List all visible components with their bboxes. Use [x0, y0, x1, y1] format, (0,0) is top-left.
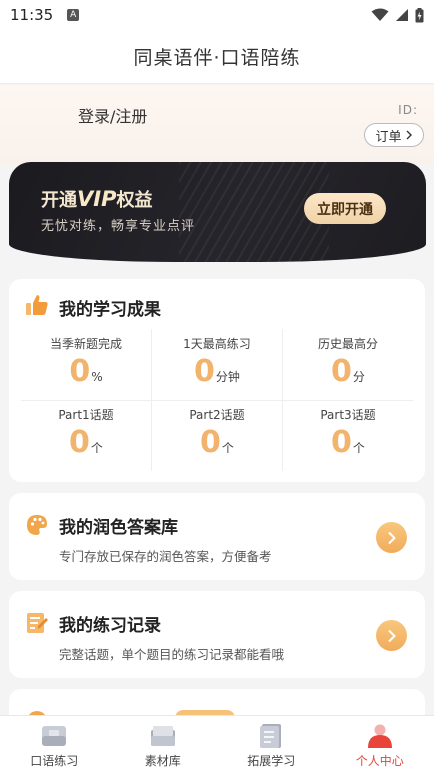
tab-profile-center[interactable]: 个人中心: [326, 716, 434, 773]
vip-title-suffix: 权益: [116, 190, 153, 211]
order-button[interactable]: 订单: [364, 123, 424, 147]
stat-part1-topics: Part1话题 0个: [21, 400, 151, 471]
polish-library-desc: 专门存放已保存的润色答案，方便备考: [59, 549, 272, 564]
stat-unit: 分钟: [215, 370, 240, 384]
chevron-right-icon: [406, 130, 412, 140]
speech-practice-icon: [42, 726, 67, 746]
thumbs-up-icon: [26, 295, 48, 315]
stat-label: Part3话题: [320, 408, 376, 422]
stat-label: Part1话题: [58, 408, 114, 422]
vip-subtitle: 无忧对练，畅享专业点评: [41, 219, 196, 234]
vip-title-mark: VIP: [77, 187, 117, 211]
stat-value: 0: [200, 425, 221, 460]
stat-unit: 分: [352, 370, 365, 384]
tab-label: 素材库: [144, 754, 181, 768]
user-id-label: ID:: [398, 103, 418, 117]
practice-record-card[interactable]: 我的练习记录 完整话题，单个题目的练习记录都能看哦: [9, 591, 425, 678]
app-header: 同桌语伴·口语陪练: [0, 30, 434, 84]
stat-highest-score: 历史最高分 0分: [283, 329, 413, 400]
stat-unit: 个: [221, 441, 234, 455]
material-library-icon: [150, 726, 175, 746]
tab-extended-learning[interactable]: 拓展学习: [217, 716, 326, 773]
wifi-icon: [371, 8, 389, 21]
polish-library-title: 我的润色答案库: [59, 518, 178, 538]
practice-record-arrow-button[interactable]: [376, 620, 407, 651]
status-bar: 11:35 A: [0, 0, 434, 30]
order-button-label: 订单: [375, 129, 402, 145]
battery-icon: [415, 7, 424, 22]
vip-title: 开通VIP权益: [41, 186, 152, 212]
tab-label: 拓展学习: [247, 754, 296, 768]
vip-banner[interactable]: 开通VIP权益 无忧对练，畅享专业点评 立即开通: [9, 162, 426, 262]
vip-title-prefix: 开通: [41, 190, 77, 211]
chevron-right-icon: [387, 531, 396, 544]
stat-unit: 个: [352, 441, 365, 455]
stat-value: 0: [331, 354, 352, 389]
stat-season-new-done: 当季新题完成 0%: [21, 329, 151, 400]
practice-record-desc: 完整话题，单个题目的练习记录都能看哦: [59, 647, 285, 662]
achievements-card: 我的学习成果 当季新题完成 0% 1天最高练习 0 分钟 历史最高分 0分 Par…: [9, 279, 425, 482]
vip-open-button[interactable]: 立即开通: [304, 193, 386, 224]
stat-value: 0: [69, 354, 91, 389]
polish-library-arrow-button[interactable]: [376, 522, 407, 553]
stat-label: Part2话题: [189, 408, 245, 422]
stat-label: 1天最高练习: [183, 337, 251, 351]
stat-value: 0: [331, 425, 352, 460]
chevron-right-icon: [387, 629, 396, 642]
tab-label: 口语练习: [30, 754, 79, 768]
book-icon: [260, 724, 282, 748]
login-register-link[interactable]: 登录/注册: [78, 103, 147, 127]
stat-value: 0: [69, 425, 90, 460]
profile-icon: [367, 724, 392, 748]
palette-icon: [27, 515, 47, 535]
a-notification-icon: A: [67, 9, 80, 21]
polish-library-card[interactable]: 我的润色答案库 专门存放已保存的润色答案，方便备考: [9, 493, 425, 580]
stat-label: 当季新题完成: [49, 337, 122, 351]
stat-part3-topics: Part3话题 0个: [283, 400, 413, 471]
profile-section: 登录/注册 ID: 订单: [0, 85, 434, 165]
stat-value: 0: [194, 354, 215, 389]
achievements-grid: 当季新题完成 0% 1天最高练习 0 分钟 历史最高分 0分 Part1话题 0个…: [21, 329, 413, 471]
tab-speech-practice[interactable]: 口语练习: [0, 716, 109, 773]
practice-record-title: 我的练习记录: [59, 616, 161, 636]
status-time: 11:35: [10, 6, 54, 24]
stat-unit: %: [91, 370, 103, 384]
stat-part2-topics: Part2话题 0个: [152, 400, 282, 471]
tab-material-library[interactable]: 素材库: [109, 716, 218, 773]
status-icons: [371, 7, 424, 23]
stat-label: 历史最高分: [317, 337, 378, 351]
signal-icon: [396, 9, 408, 21]
bottom-tab-bar: 口语练习 素材库 拓展学习 个人中心: [0, 715, 434, 773]
app-title: 同桌语伴·口语陪练: [133, 47, 301, 69]
tab-label: 个人中心: [355, 754, 404, 768]
edit-note-icon: [27, 613, 48, 633]
achievements-title: 我的学习成果: [59, 300, 161, 320]
stat-unit: 个: [90, 441, 103, 455]
stat-daily-max-practice: 1天最高练习 0 分钟: [152, 329, 282, 400]
